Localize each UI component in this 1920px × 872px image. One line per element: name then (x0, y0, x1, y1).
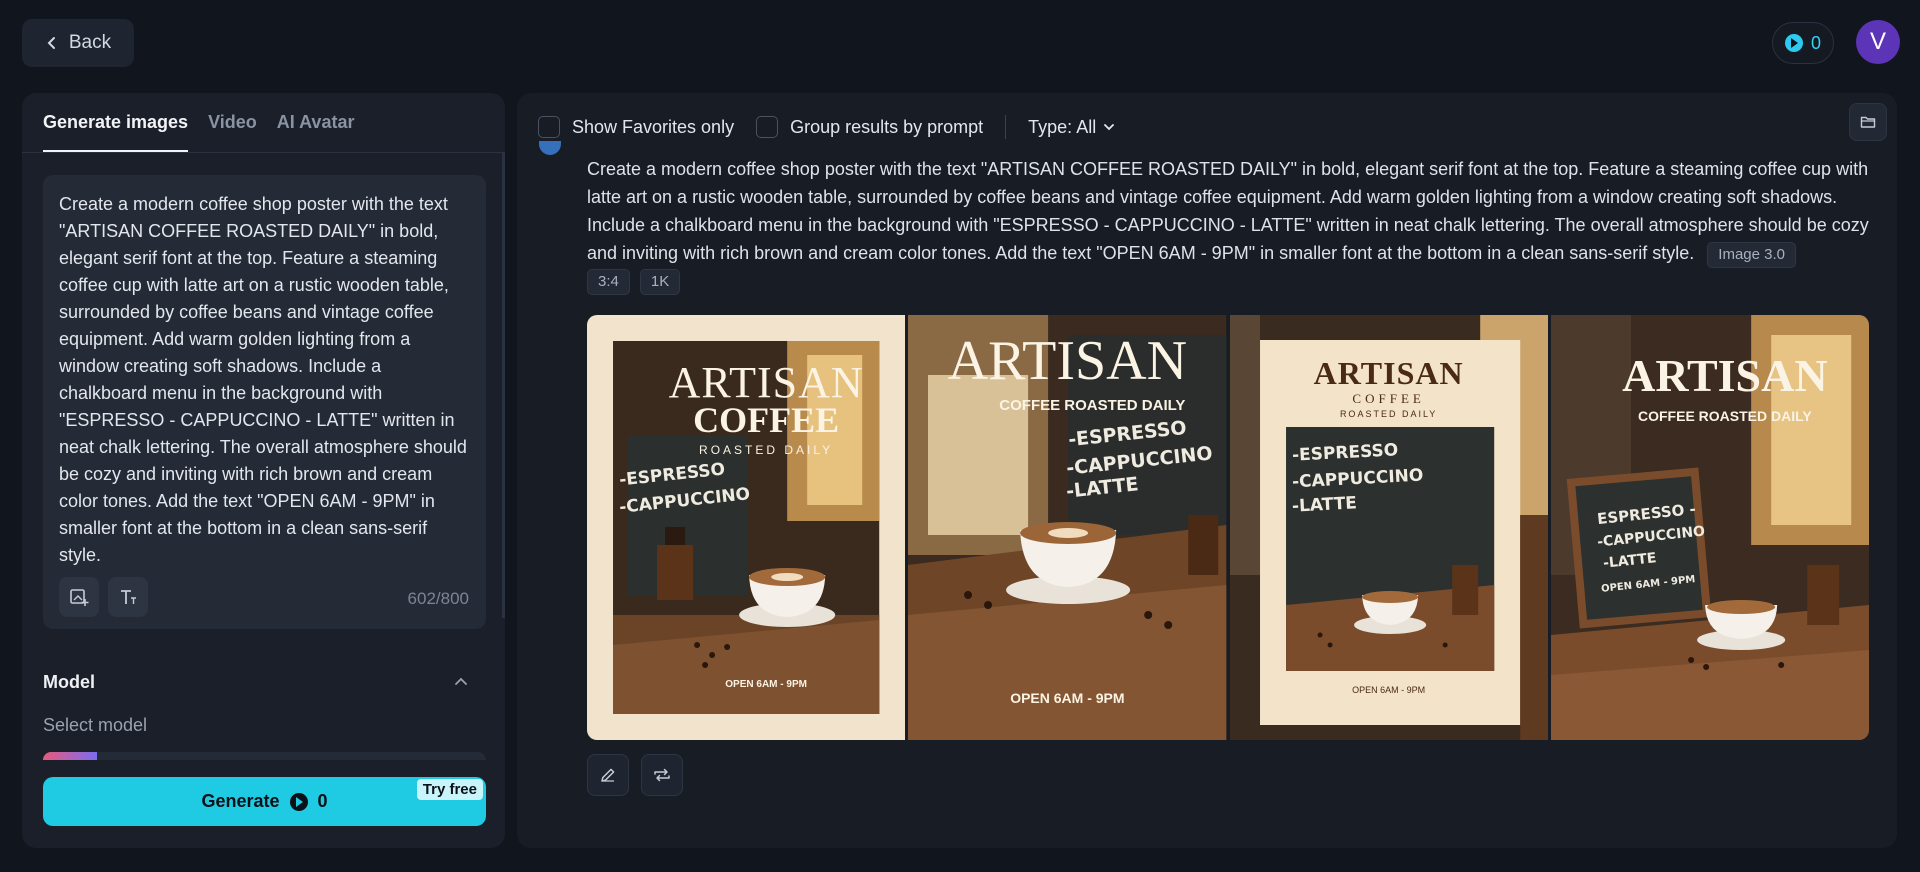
credits-count: 0 (1810, 32, 1821, 53)
group-results-checkbox[interactable] (756, 116, 779, 138)
result-author-avatar (539, 141, 561, 155)
tabs-divider (22, 152, 505, 153)
text-style-button[interactable] (108, 577, 148, 617)
prompt-box[interactable]: Create a modern coffee shop poster with … (43, 175, 486, 629)
generation-panel: Generate images Video AI Avatar Create a… (22, 93, 505, 848)
pencil-icon (601, 768, 615, 782)
type-filter-label: Type: All (1028, 116, 1097, 137)
result-prompt-text: Create a modern coffee shop poster with … (587, 159, 1869, 263)
filter-bar: Show Favorites only Group results by pro… (538, 111, 1116, 143)
results-panel: Show Favorites only Group results by pro… (517, 93, 1897, 848)
edit-button[interactable] (587, 754, 629, 796)
scrollbar[interactable] (502, 153, 505, 618)
result-tags: 3:4 1K (587, 269, 681, 295)
filter-divider (1005, 115, 1007, 139)
mode-tabs: Generate images Video AI Avatar (43, 93, 354, 152)
prompt-input[interactable]: Create a modern coffee shop poster with … (59, 191, 471, 569)
generate-credits: 0 (317, 791, 328, 811)
generate-button[interactable]: Generate 0 Try free (43, 777, 486, 826)
model-selector[interactable] (43, 752, 486, 760)
chevron-down-icon (1104, 124, 1115, 131)
poster-tagline: ROASTED DAILY (699, 443, 834, 457)
text-icon (121, 590, 136, 604)
result-image-1[interactable]: ARTISAN COFFEE ROASTED DAILY -ESPRESSO -… (587, 315, 906, 740)
char-count: 602/800 (407, 589, 469, 608)
poster-title: ARTISAN (1622, 350, 1828, 401)
poster-subtitle: COFFEE ROASTED DAILY (1638, 408, 1812, 424)
repeat-icon (654, 768, 670, 782)
chevron-up-icon[interactable] (452, 673, 470, 691)
poster-title: ARTISAN (947, 330, 1188, 392)
result-image-2[interactable]: ARTISAN COFFEE ROASTED DAILY -ESPRESSO -… (908, 315, 1227, 740)
credits-balance[interactable]: 0 (1772, 22, 1834, 64)
model-section-title[interactable]: Model (43, 672, 95, 693)
tab-ai-avatar[interactable]: AI Avatar (277, 93, 355, 152)
show-favorites-checkbox[interactable] (538, 116, 560, 138)
resolution-tag: 1K (639, 269, 681, 295)
model-tag: Image 3.0 (1707, 242, 1797, 268)
result-actions (587, 754, 683, 796)
folder-icon (1860, 116, 1876, 128)
try-free-badge: Try free (416, 779, 483, 800)
result-image-3[interactable]: ARTISAN COFFEE ROASTED DAILY -ESPRESSO -… (1229, 315, 1548, 740)
poster-title: ARTISAN (1313, 355, 1464, 391)
chevron-left-icon (47, 37, 55, 49)
poster-footer: OPEN 6AM - 9PM (1352, 685, 1426, 695)
show-favorites-label[interactable]: Show Favorites only (572, 117, 734, 138)
poster-subtitle: COFFEE (693, 400, 840, 440)
tab-generate-images[interactable]: Generate images (43, 93, 189, 152)
group-results-label[interactable]: Group results by prompt (790, 117, 983, 138)
generate-label: Generate (201, 791, 280, 811)
credit-icon (1784, 34, 1803, 52)
aspect-ratio-tag: 3:4 (587, 269, 630, 295)
result-prompt: Create a modern coffee shop poster with … (587, 155, 1887, 268)
credit-icon (289, 792, 308, 811)
regenerate-button[interactable] (641, 754, 683, 796)
model-thumbnail (43, 752, 97, 760)
tab-video[interactable]: Video (208, 93, 257, 152)
folder-button[interactable] (1849, 103, 1887, 141)
image-add-icon (70, 589, 89, 606)
back-button[interactable]: Back (22, 19, 134, 67)
poster-footer: OPEN 6AM - 9PM (725, 679, 807, 690)
poster-subtitle: COFFEE (1352, 391, 1425, 406)
chalk-menu-line: -LATTE (1291, 493, 1357, 517)
result-image-4[interactable]: ARTISAN COFFEE ROASTED DAILY ESPRESSO - … (1550, 315, 1869, 740)
back-label: Back (68, 32, 112, 53)
poster-tagline: ROASTED DAILY (1339, 409, 1438, 419)
add-image-button[interactable] (59, 577, 99, 617)
type-filter-dropdown[interactable]: Type: All (1028, 117, 1116, 138)
select-model-label: Select model (43, 715, 148, 735)
prompt-tools (59, 577, 148, 617)
poster-subtitle: COFFEE ROASTED DAILY (999, 397, 1186, 414)
avatar[interactable]: V (1856, 20, 1900, 64)
poster-footer: OPEN 6AM - 9PM (1010, 690, 1125, 706)
result-images: ARTISAN COFFEE ROASTED DAILY -ESPRESSO -… (587, 315, 1869, 740)
